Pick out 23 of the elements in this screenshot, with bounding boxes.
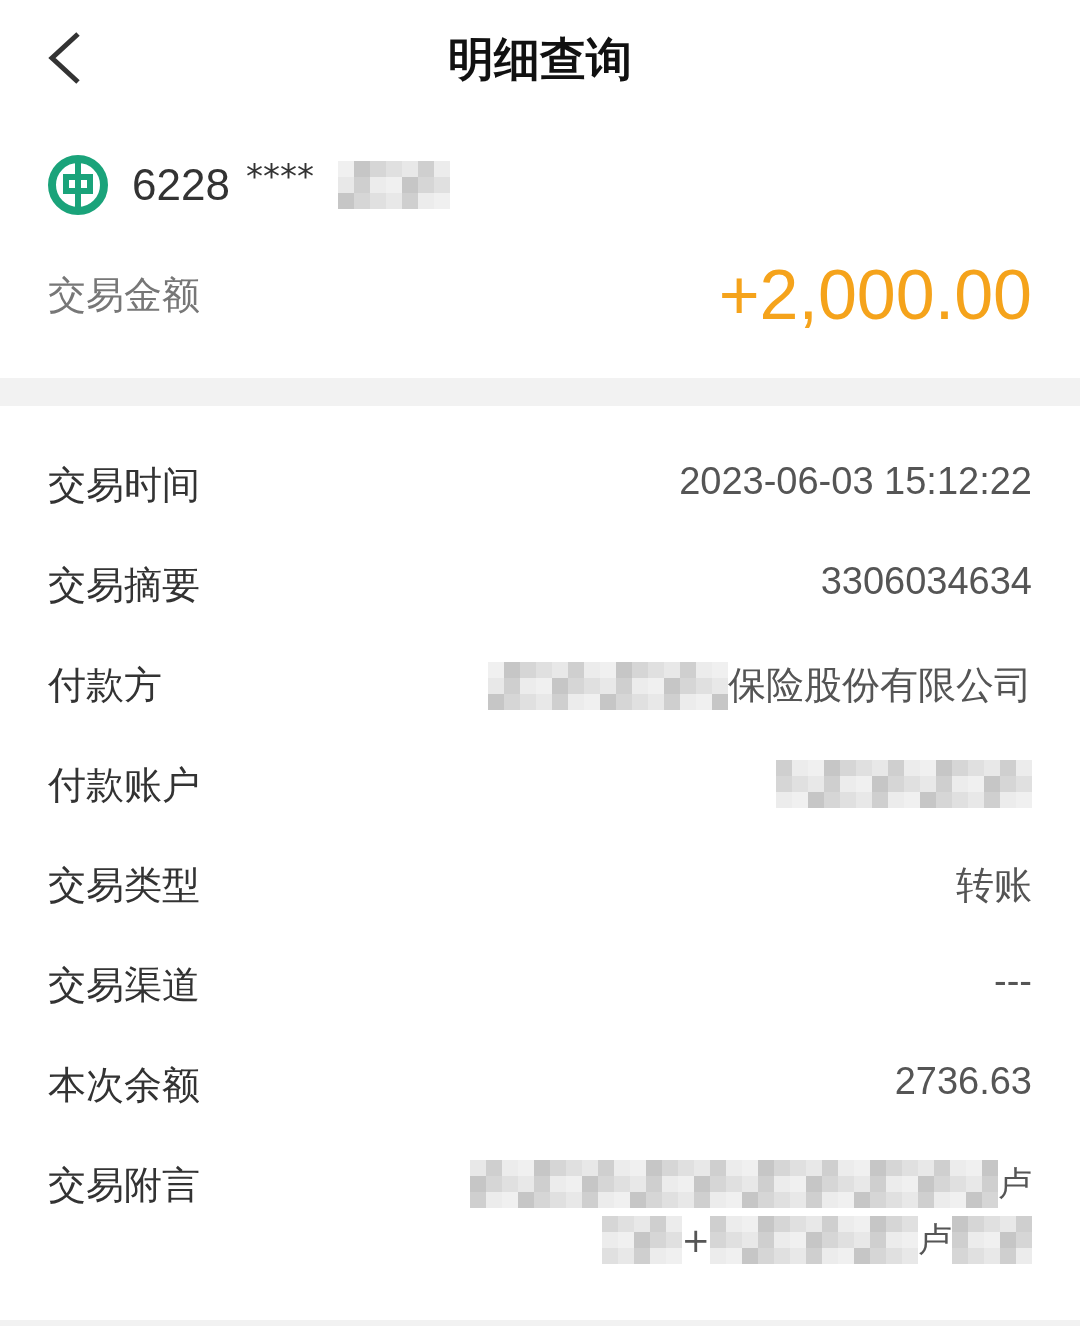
page-title: 明细查询	[448, 31, 632, 88]
detail-label: 交易时间	[48, 462, 200, 509]
card-number: 6228	[132, 160, 230, 210]
bank-logo-icon	[48, 155, 108, 215]
detail-value: ---	[994, 960, 1032, 1003]
detail-value: 2736.63	[894, 1060, 1032, 1103]
detail-value: 保险股份有限公司	[728, 663, 1032, 708]
card-mask: ****	[245, 155, 314, 196]
detail-label: 付款方	[48, 662, 162, 709]
note-fragment: +	[681, 1220, 710, 1260]
detail-label: 交易摘要	[48, 562, 200, 609]
detail-value: 转账	[956, 863, 1032, 908]
amount-value: +2,000.00	[718, 255, 1032, 335]
detail-value: 2023-06-03 15:12:22	[679, 460, 1032, 503]
detail-label: 本次余额	[48, 1062, 200, 1109]
detail-label: 交易附言	[48, 1162, 200, 1209]
detail-label: 交易渠道	[48, 962, 200, 1009]
detail-label: 付款账户	[48, 762, 200, 809]
detail-value: 3306034634	[820, 560, 1032, 603]
amount-label: 交易金额	[48, 271, 200, 319]
note-fragment: 卢	[918, 1218, 952, 1261]
note-fragment: 卢	[998, 1162, 1032, 1205]
detail-label: 交易类型	[48, 862, 200, 909]
